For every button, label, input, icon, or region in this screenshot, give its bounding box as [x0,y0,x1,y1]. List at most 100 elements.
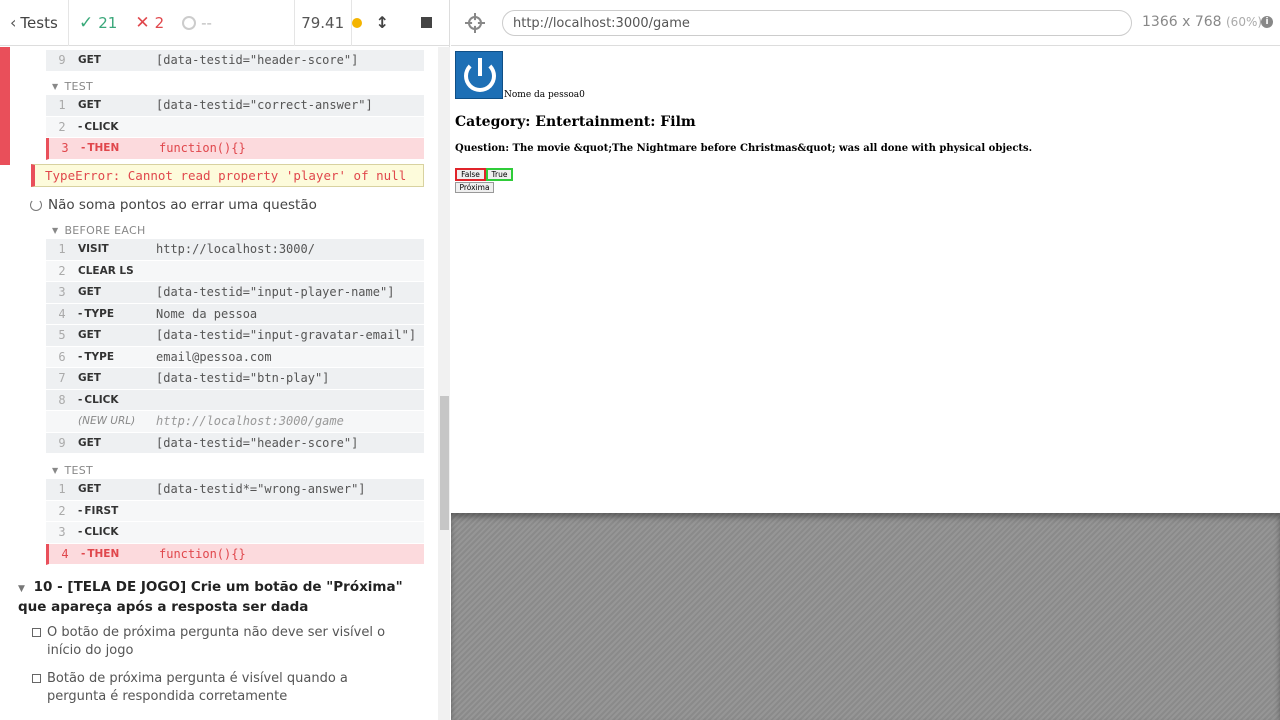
header-player-name: Nome da pessoa0 [504,90,585,100]
before-each-group-label: ▼ BEFORE EACH [52,224,146,237]
auto-scroll-toggle-icon[interactable]: ↕ [376,13,389,32]
command-name: CLICK [78,394,156,406]
caret-down-icon: ▼ [52,82,59,91]
command-number: 8 [58,392,66,407]
passed-count: 21 [98,13,118,32]
failed-count: 2 [154,13,165,32]
command-number: 2 [58,263,66,278]
command-name: TYPE [78,351,156,363]
before-each-commands: 1 VISIT http://localhost:3000/2 CLEAR LS 3 GE… [46,239,424,454]
url-bar[interactable]: http://localhost:3000/game [502,10,1132,36]
error-message[interactable]: TypeError: Cannot read property 'player'… [31,164,424,187]
command-number: 5 [58,328,66,343]
cross-icon: ✕ [135,12,150,33]
pending-test-item[interactable]: O botão de próxima pergunta não deve ser… [32,624,402,660]
command-number: 4 [58,306,66,321]
suite-title-label: 10 - [TELA DE JOGO] Crie um botão de "Pr… [18,579,403,615]
command-message: [data-testid="input-player-name"] [156,285,395,300]
before-each-commands-end: 9 GET [data-testid="header-score"] [46,50,424,72]
command-row[interactable]: 3 CLICK [46,522,424,544]
command-row[interactable]: 3 GET [data-testid="input-player-name"] [46,282,424,304]
command-name: GET [78,54,101,67]
command-name: GET [78,483,101,496]
command-name: THEN [81,548,159,560]
pending-test-item[interactable]: Botão de próxima pergunta é visível quan… [32,670,402,706]
running-test-label: Não soma pontos ao errar uma questão [48,197,317,213]
command-message: [data-testid="input-gravatar-email"] [156,328,417,343]
command-message: [data-testid="btn-play"] [156,371,330,386]
command-name: GET [78,286,101,299]
command-row[interactable]: 4 TYPENome da pessoa [46,303,424,325]
run-duration: 79.41 [295,0,352,46]
command-row[interactable]: 8 CLICK [46,389,424,411]
command-name: THEN [81,142,159,154]
chevron-left-icon: ‹ [10,13,17,32]
command-row[interactable]: 1 VISIT http://localhost:3000/ [46,239,424,261]
viewport-background [451,513,1280,720]
stop-button[interactable] [421,17,432,28]
command-number: 2 [58,119,66,134]
command-row[interactable]: 7 GET [data-testid="btn-play"] [46,368,424,390]
command-number: 3 [58,285,66,300]
command-row[interactable]: (NEW URL) http://localhost:3000/game [46,411,424,433]
command-row[interactable]: 2 CLEAR LS [46,260,424,282]
command-name: GET [78,329,101,342]
info-icon[interactable]: i [1261,16,1273,28]
command-message: function(){} [159,546,246,561]
pending-square-icon [32,674,41,683]
wrong-answer-button[interactable]: False [455,168,486,181]
command-message: email@pessoa.com [156,349,272,364]
command-message: function(){} [159,141,246,156]
pending-square-icon [32,628,41,637]
command-name: (NEW URL) [78,415,136,428]
command-row[interactable]: 9 GET [data-testid="header-score"] [46,50,424,72]
command-name: GET [78,372,101,385]
running-test-title[interactable]: Não soma pontos ao errar uma questão [30,197,317,213]
tests-label: Tests [20,13,58,32]
command-message: [data-testid="header-score"] [156,435,359,450]
suite-title[interactable]: ▼ 10 - [TELA DE JOGO] Crie um botão de "… [18,578,428,616]
viewport-scale: (60%) [1226,15,1263,29]
command-row[interactable]: 2 CLICK [46,116,424,138]
question-category: Category: Entertainment: Film [455,114,696,130]
command-number: 2 [58,503,66,518]
command-message: http://localhost:3000/ [156,242,315,257]
viewport-size: 1366 x 768 (60%) [1142,14,1262,30]
command-message: [data-testid="correct-answer"] [156,98,373,113]
command-row[interactable]: 4 THENfunction(){} [46,543,424,565]
question-text: Question: The movie &quot;The Nightmare … [455,143,1033,154]
caret-down-icon: ▼ [52,226,59,235]
next-question-button[interactable]: Próxima [455,182,494,193]
failed-stat: ✕ 2 [135,13,164,33]
command-number: 6 [58,349,66,364]
command-row[interactable]: 2 FIRST [46,500,424,522]
command-number: 3 [58,525,66,540]
scrollbar-thumb[interactable] [440,396,449,530]
command-row[interactable]: 1 GET [data-testid*="wrong-answer"] [46,479,424,501]
test-label: TEST [64,80,94,93]
gravatar-avatar [455,51,503,99]
back-to-tests-button[interactable]: ‹ Tests [0,0,69,46]
command-name: CLICK [78,121,156,133]
pending-count: -- [201,13,212,32]
command-row[interactable]: 3 THENfunction(){} [46,138,424,160]
command-message: Nome da pessoa [156,306,258,321]
correct-answer-button[interactable]: True [486,168,513,181]
power-stem-icon [478,58,482,76]
failed-test-indicator [0,47,10,165]
before-each-label: BEFORE EACH [64,224,146,237]
command-number: 1 [58,242,66,257]
pending-stat: -- [182,14,212,32]
command-row[interactable]: 1 GET [data-testid="correct-answer"] [46,95,424,117]
command-row[interactable]: 9 GET [data-testid="header-score"] [46,432,424,454]
command-message: [data-testid*="wrong-answer"] [156,482,366,497]
caret-down-icon: ▼ [52,466,59,475]
command-name: TYPE [78,308,156,320]
command-number: 9 [58,53,66,68]
command-row[interactable]: 6 TYPEemail@pessoa.com [46,346,424,368]
check-icon: ✓ [79,12,94,33]
caret-down-icon: ▼ [18,584,25,594]
command-row[interactable]: 5 GET [data-testid="input-gravatar-email"] [46,325,424,347]
test-commands: 1 GET [data-testid="correct-answer"] 2 CLICK… [46,95,424,160]
scrollbar-track[interactable] [438,47,450,720]
